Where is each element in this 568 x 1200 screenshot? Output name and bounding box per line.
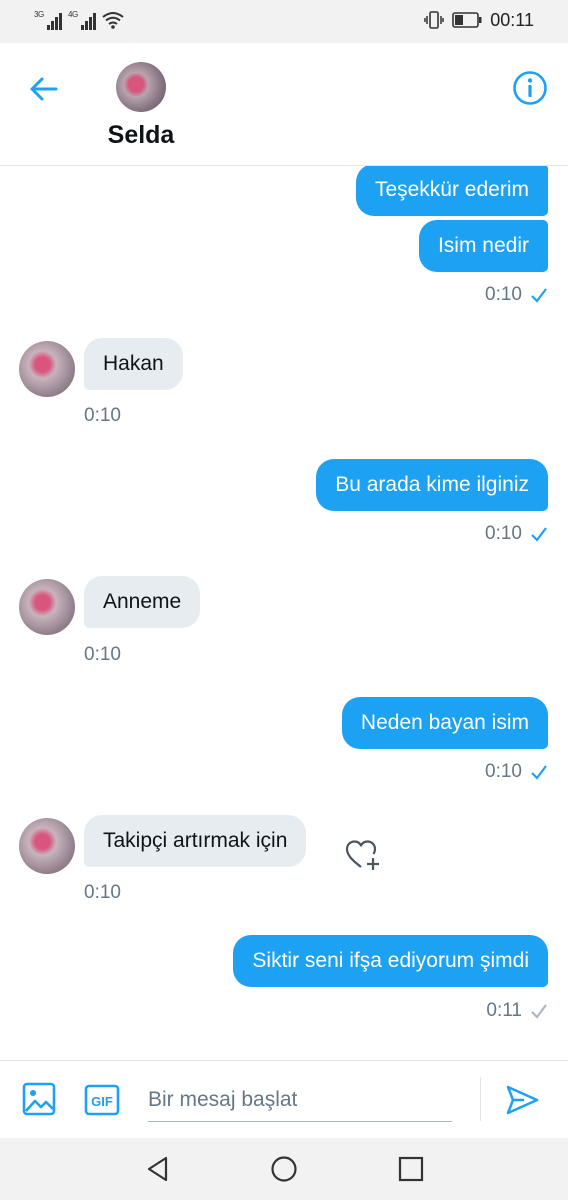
outgoing-message[interactable]: Isim nedir xyxy=(418,220,548,272)
system-nav-bar xyxy=(0,1138,568,1200)
outgoing-message[interactable]: Siktir seni ifşa ediyorum şimdi xyxy=(233,935,548,987)
message-input[interactable]: Bir mesaj başlat xyxy=(148,1079,452,1122)
contact-name[interactable]: Selda xyxy=(0,121,282,150)
read-check-icon xyxy=(531,527,547,542)
message-list[interactable]: Teşekkür ederim Isim nedir 0:10 Hakan 0:… xyxy=(0,166,568,1060)
status-time: 00:11 xyxy=(490,9,534,30)
status-bar: 3G 4G 00:11 xyxy=(0,0,568,43)
vibrate-icon xyxy=(424,11,445,29)
read-check-icon xyxy=(531,288,547,303)
divider xyxy=(480,1077,481,1121)
time-text: 0:10 xyxy=(485,761,522,782)
message-time: 0:11 xyxy=(486,1000,548,1022)
conversation-header: Selda xyxy=(0,43,568,166)
message-time: 0:10 xyxy=(84,405,121,426)
image-icon[interactable] xyxy=(22,1082,56,1116)
signal-icon: 4G xyxy=(68,10,96,30)
gif-icon: GIF xyxy=(84,1084,120,1116)
nav-home-icon[interactable] xyxy=(270,1155,298,1183)
outgoing-message[interactable]: Bu arada kime ilginiz xyxy=(316,459,548,511)
message-time: 0:10 xyxy=(84,882,121,903)
time-text: 0:10 xyxy=(485,284,522,305)
message-time: 0:10 xyxy=(485,284,548,306)
signal-icon: 3G xyxy=(34,10,62,30)
time-text: 0:11 xyxy=(486,1000,522,1021)
status-left: 3G 4G xyxy=(34,8,124,32)
message-composer: GIF Bir mesaj başlat xyxy=(0,1060,568,1139)
message-time: 0:10 xyxy=(84,644,121,665)
like-heart-icon[interactable] xyxy=(344,838,382,872)
battery-icon xyxy=(452,12,482,28)
outgoing-message[interactable]: Teşekkür ederim xyxy=(355,166,548,216)
nav-back-icon[interactable] xyxy=(144,1155,172,1183)
incoming-message[interactable]: Takipçi artırmak için xyxy=(84,815,307,867)
read-check-icon xyxy=(531,765,547,780)
message-time: 0:10 xyxy=(485,761,548,783)
back-arrow-icon[interactable] xyxy=(26,71,62,107)
info-icon[interactable] xyxy=(512,70,548,106)
avatar[interactable] xyxy=(116,62,166,112)
avatar[interactable] xyxy=(19,341,75,397)
sim1-label: 3G xyxy=(34,10,44,19)
avatar[interactable] xyxy=(19,579,75,635)
nav-recents-icon[interactable] xyxy=(398,1156,424,1182)
incoming-message[interactable]: Anneme xyxy=(84,576,201,628)
avatar[interactable] xyxy=(19,818,75,874)
status-right: 00:11 xyxy=(424,8,534,32)
time-text: 0:10 xyxy=(485,523,522,544)
sim2-label: 4G xyxy=(68,10,78,19)
outgoing-message[interactable]: Neden bayan isim xyxy=(341,697,548,749)
message-time: 0:10 xyxy=(485,523,548,545)
sent-check-icon xyxy=(531,1004,547,1019)
gif-label: GIF xyxy=(91,1094,113,1109)
send-icon[interactable] xyxy=(504,1082,540,1118)
incoming-message[interactable]: Hakan xyxy=(84,338,183,390)
wifi-icon xyxy=(102,12,124,29)
gif-button[interactable]: GIF xyxy=(84,1084,120,1116)
